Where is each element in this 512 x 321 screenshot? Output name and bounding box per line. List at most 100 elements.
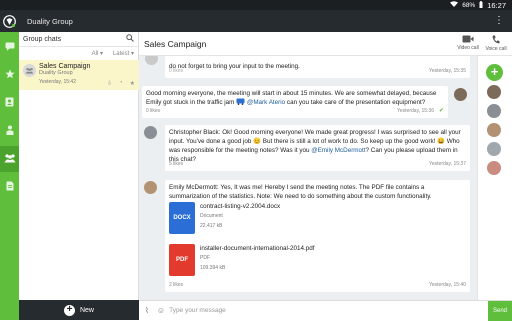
participant-avatar[interactable]: [487, 104, 501, 118]
participant-avatar[interactable]: [487, 161, 501, 175]
chat-title: Sales Campaign: [144, 38, 207, 49]
group-avatar: [23, 64, 36, 77]
message-sender: Christopher Black:: [169, 129, 221, 136]
nav-favorites[interactable]: [0, 62, 19, 88]
message-sender: Emily McDermott:: [169, 184, 219, 191]
star-outline-icon[interactable]: ★: [130, 80, 135, 87]
group-search-bar[interactable]: Group chats: [19, 32, 138, 47]
grin-emoji-icon: 😀: [437, 138, 445, 145]
file-attachment-pdf[interactable]: PDF installer-document-international-201…: [169, 244, 319, 282]
file-name: installer-document-international-2014.pd…: [200, 245, 315, 252]
file-kind: PDF: [200, 255, 210, 261]
message-text-part: can you take care of the presentation eq…: [286, 99, 426, 106]
pdf-file-icon: PDF: [169, 244, 195, 276]
message-time: Yesterday, 15:36: [397, 108, 434, 114]
mention-link[interactable]: @Emily McDermott: [311, 147, 365, 154]
chevron-down-icon: ▾: [99, 50, 103, 57]
wifi-icon: [450, 1, 459, 9]
message-likes: 5 likes: [169, 161, 184, 167]
group-chats-panel: Group chats All ▾ Latest ▾ Sales Campaig…: [19, 32, 139, 320]
message-text: Emily McDermott: Yes, It was me! Hereby …: [169, 183, 466, 201]
add-participant-button[interactable]: +: [486, 64, 503, 81]
file-kind: Document: [200, 213, 223, 219]
avatar: [145, 56, 158, 65]
message-time: Yesterday, 15:37: [429, 161, 466, 167]
star-icon: [4, 69, 15, 81]
conversation-area: do not forget to bring your input to the…: [139, 56, 477, 300]
avatar: [144, 181, 157, 194]
plus-icon: +: [63, 304, 75, 316]
message-bubble-own[interactable]: Good morning everyone, the meeting will …: [142, 86, 448, 118]
paperclip-icon[interactable]: ⌇: [145, 306, 149, 315]
emoji-icon[interactable]: ☺: [157, 306, 165, 315]
file-size: 22.417 kB: [200, 223, 223, 229]
app-title: Duality Group: [27, 16, 73, 26]
search-icon[interactable]: [126, 34, 134, 44]
chat-header: Sales Campaign Video call Voice call: [139, 32, 512, 56]
message-likes: 0 likes: [169, 68, 184, 74]
chat-list-item-sales-campaign[interactable]: Sales Campaign Duality Group Yesterday, …: [19, 60, 139, 90]
sort-latest-dropdown[interactable]: Latest ▾: [113, 50, 134, 57]
nav-rail: [0, 32, 19, 320]
message-bubble[interactable]: do not forget to bring your input to the…: [165, 56, 470, 78]
message-text-part: But there is still a lot of work to do. …: [262, 138, 436, 145]
message-likes: 0 likes: [146, 108, 161, 114]
video-call-button[interactable]: Video call: [455, 35, 481, 52]
mute-icon[interactable]: ◔: [119, 80, 123, 87]
read-check-icon: ✔: [438, 108, 444, 114]
clock: 16:27: [487, 0, 506, 10]
video-call-label: Video call: [457, 45, 479, 51]
message-time: Yesterday, 15:35: [429, 68, 466, 74]
battery-icon: [479, 0, 483, 10]
send-button[interactable]: Send: [488, 301, 512, 321]
message-text: Good morning everyone, the meeting will …: [146, 89, 444, 107]
participant-avatar[interactable]: [487, 85, 501, 99]
bus-emoji-icon: [236, 98, 245, 106]
document-icon: [6, 181, 14, 193]
chat-bubble-icon: [5, 42, 15, 53]
mention-link[interactable]: @Mark Aterio: [247, 99, 285, 106]
message-text: Christopher Black: Ok! Good morning ever…: [169, 128, 466, 164]
chevron-down-icon: ▾: [130, 50, 134, 57]
group-search-label: Group chats: [23, 35, 62, 43]
attachment-icon[interactable]: ⇩: [107, 80, 112, 87]
participant-avatar[interactable]: [487, 123, 501, 137]
sort-latest-label: Latest: [112, 50, 130, 57]
avatar: [144, 126, 157, 139]
app-bar: Duality Group ⋮: [0, 10, 512, 32]
message-bubble[interactable]: Christopher Black: Ok! Good morning ever…: [165, 125, 470, 171]
new-chat-label: New: [79, 306, 94, 314]
nav-contacts[interactable]: [0, 90, 19, 116]
nav-groups[interactable]: [0, 146, 19, 172]
message-text: do not forget to bring your input to the…: [169, 63, 300, 70]
message-composer: ⌇ ☺ Type your message Send: [139, 300, 512, 321]
voice-call-button[interactable]: Voice call: [483, 35, 509, 52]
smile-emoji-icon: 😊: [253, 138, 262, 145]
filter-all-label: All: [91, 50, 99, 57]
overflow-menu-icon[interactable]: ⋮: [494, 16, 504, 26]
voice-call-label: Voice call: [485, 46, 507, 52]
message-likes: 2 likes: [169, 282, 184, 288]
file-attachment-docx[interactable]: DOCX contract-listing-v2.2004.docx Docum…: [169, 202, 319, 240]
nav-profile[interactable]: [0, 118, 19, 144]
message-bubble[interactable]: Emily McDermott: Yes, It was me! Hereby …: [165, 180, 470, 292]
participant-avatar[interactable]: [487, 142, 501, 156]
chat-item-subtitle: Duality Group: [39, 70, 73, 76]
file-size: 109.394 kB: [200, 265, 226, 271]
message-time: Yesterday, 15:40: [429, 282, 466, 288]
phone-icon: [492, 35, 500, 46]
avatar: [454, 88, 467, 101]
status-bar: 68% 16:27: [0, 0, 512, 10]
participants-rail: +: [477, 56, 512, 300]
nav-documents[interactable]: [0, 174, 19, 200]
chat-item-name: Sales Campaign: [39, 63, 91, 70]
filter-all-dropdown[interactable]: All ▾: [92, 50, 103, 57]
new-chat-button[interactable]: + New: [19, 300, 139, 320]
nav-chats[interactable]: [0, 34, 19, 60]
message-input[interactable]: Type your message: [169, 307, 226, 314]
video-camera-icon: [462, 35, 474, 45]
group-icon: [4, 153, 16, 165]
docx-file-icon: DOCX: [169, 202, 195, 234]
app-logo-icon[interactable]: [0, 10, 19, 32]
battery-percent: 68%: [462, 1, 476, 9]
